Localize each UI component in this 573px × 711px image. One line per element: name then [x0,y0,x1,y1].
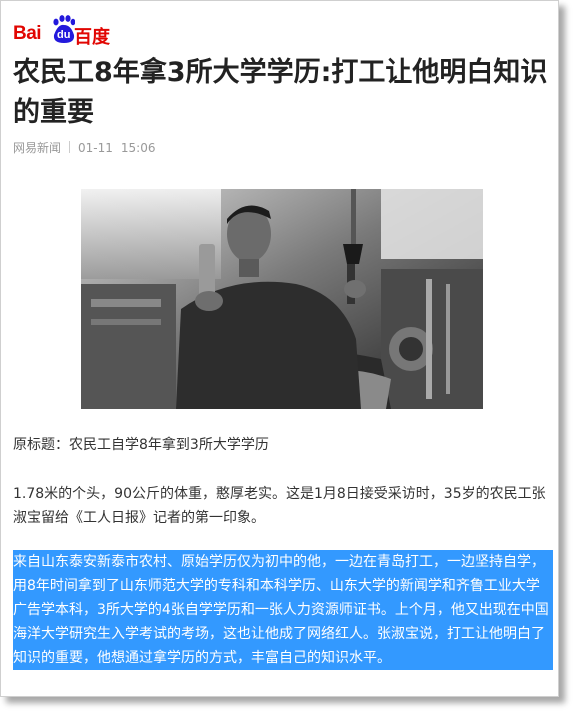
article-source[interactable]: 网易新闻 [13,141,61,155]
article-paragraph: 原标题：农民工自学8年拿到3所大学学历 [13,437,269,453]
article-time: 15:06 [120,141,156,155]
meta-divider [69,141,71,153]
article-paragraph-selected[interactable]: 来自山东泰安新泰市农村、原始学历仅为初中的他，一边在青岛打工，一边坚持自学，用8… [13,550,553,670]
article-photo [81,189,483,409]
article-title: 农民工8年拿3所大学学历:打工让他明白知识的重要 [13,57,548,128]
article-meta: 网易新闻 01-11 15:06 [13,139,155,156]
logo-text-du: du [57,29,71,41]
logo-text-cn: 百度 [74,27,110,47]
article-date: 01-11 [78,141,113,155]
worker-photo-image [81,189,483,409]
logo-text-latin: Bai [13,23,42,44]
news-page: Bai du 百度 农民工8年拿3所大学学历:打工让他明白知识的重要 网易新闻 0… [0,0,559,697]
article-paragraph: 1.78米的个头，90公斤的体重，憨厚老实。这是1月8日接受采访时，35岁的农民… [13,486,546,526]
baidu-logo[interactable]: Bai du 百度 [13,13,123,47]
